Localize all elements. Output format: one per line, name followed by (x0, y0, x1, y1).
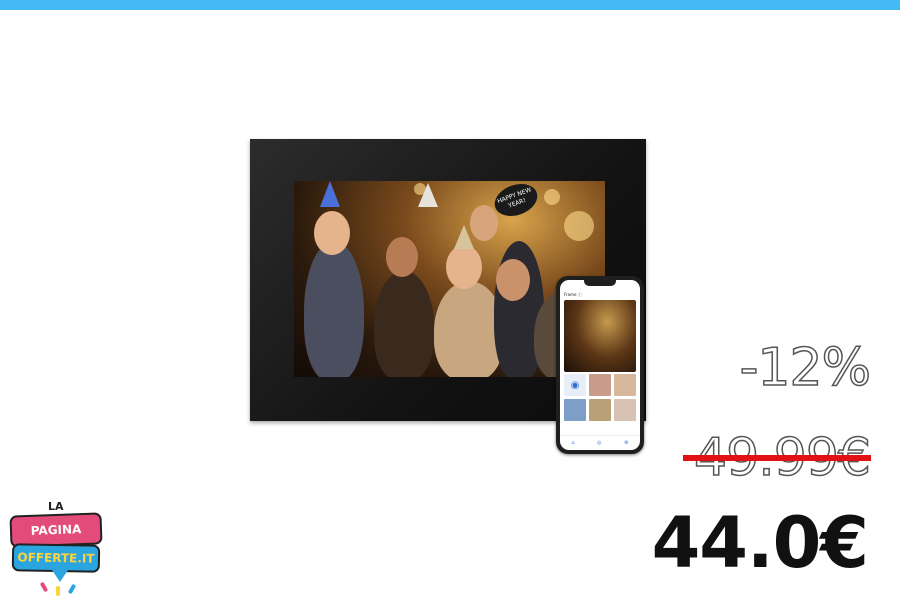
home-icon: ⌂ (571, 440, 575, 446)
logo-speech-tail (52, 570, 68, 582)
logo-spark (56, 586, 60, 596)
photo-thumbnail (589, 399, 611, 421)
logo-line-1: PAGINA DELLE (9, 512, 103, 566)
party-person (304, 241, 364, 377)
settings-icon: ⚙ (624, 440, 629, 446)
party-person (374, 271, 434, 377)
party-face (314, 211, 350, 255)
price-strikethrough (683, 455, 871, 461)
smartphone-app-preview: Frame ⓘ ◉ ⌂ ◎ ⚙ (556, 276, 644, 454)
phone-notch (584, 280, 616, 286)
app-header-title: Frame ⓘ (564, 292, 582, 297)
photo-thumbnail (614, 374, 636, 396)
logo-spark (39, 581, 49, 593)
app-photo-grid: ◉ (564, 374, 636, 421)
photo-thumbnail (589, 374, 611, 396)
camera-icon: ◉ (564, 374, 586, 396)
bokeh-light (564, 211, 594, 241)
party-face (470, 205, 498, 241)
site-logo: LA PAGINA DELLE OFFERTE.IT (8, 500, 103, 596)
party-hat (454, 225, 474, 249)
new-price: 44.0€ (651, 502, 869, 584)
photo-thumbnail (614, 399, 636, 421)
photo-thumbnail (564, 399, 586, 421)
logo-spark (67, 583, 77, 595)
discover-icon: ◎ (597, 440, 602, 446)
logo-la-text: LA (48, 500, 64, 513)
party-face (496, 259, 530, 301)
logo-line-2: OFFERTE.IT (11, 543, 101, 573)
bokeh-light (544, 189, 560, 205)
party-hat (320, 181, 340, 207)
party-face (386, 237, 418, 277)
top-accent-bar (0, 0, 900, 10)
party-hat (418, 183, 438, 207)
app-hero-photo (564, 300, 636, 372)
happy-new-year-sign: HAPPY NEW YEAR! (490, 181, 542, 222)
discount-percentage: -12% (739, 337, 872, 399)
phone-screen: Frame ⓘ ◉ ⌂ ◎ ⚙ (560, 280, 640, 450)
app-bottom-nav: ⌂ ◎ ⚙ (560, 435, 640, 450)
party-face (446, 245, 482, 289)
